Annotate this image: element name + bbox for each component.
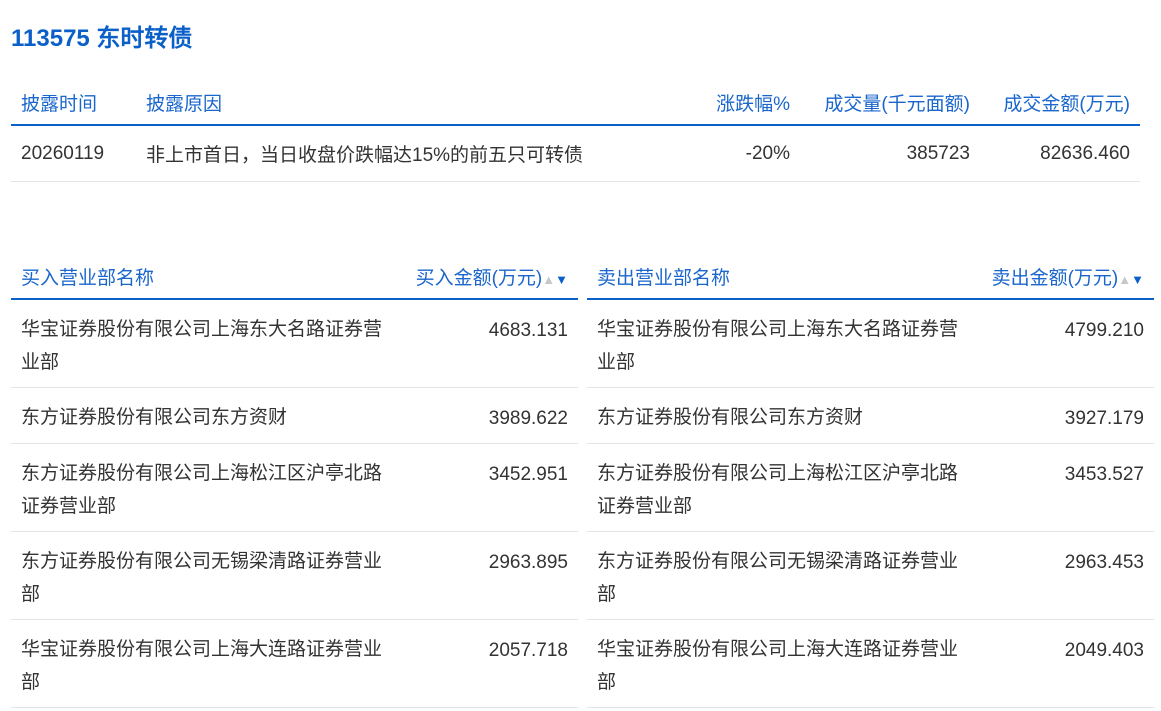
broker-amount: 2049.403 [977, 619, 1154, 708]
broker-amount: 3989.622 [401, 387, 578, 444]
disclosure-table: 披露时间 披露原因 涨跌幅% 成交量(千元面额) 成交金额(万元) 202601… [11, 80, 1140, 182]
broker-amount: 2963.895 [401, 531, 578, 620]
table-row: 华宝证券股份有限公司上海东大名路证券营业部 4799.210 [587, 299, 1154, 388]
broker-amount: 3927.179 [977, 387, 1154, 444]
broker-name: 华宝证券股份有限公司上海大连路证券营业部 [11, 619, 401, 708]
broker-amount: 3452.951 [401, 443, 578, 532]
sort-desc-icon[interactable]: ▼ [1131, 272, 1144, 287]
header-label: 买入金额(万元) [415, 267, 543, 289]
broker-name: 东方证券股份有限公司东方资财 [11, 387, 401, 444]
table-row: 东方证券股份有限公司上海松江区沪亭北路证券营业部 3453.527 [587, 443, 1154, 532]
table-row: 东方证券股份有限公司无锡梁清路证券营业部 2963.895 [11, 531, 578, 620]
broker-name: 东方证券股份有限公司上海松江区沪亭北路证券营业部 [587, 443, 977, 532]
page-title: 113575 东时转债 [11, 25, 193, 52]
buy-table: 买入营业部名称 买入金额(万元)▲▼ 华宝证券股份有限公司上海东大名路证券营业部… [11, 254, 578, 708]
col-date: 披露时间 [11, 80, 136, 126]
col-volume: 成交量(千元面额) [800, 80, 980, 126]
sort-asc-icon[interactable]: ▲ [542, 272, 555, 287]
sort-desc-icon[interactable]: ▼ [555, 272, 568, 287]
broker-name: 华宝证券股份有限公司上海东大名路证券营业部 [11, 299, 401, 388]
broker-name: 华宝证券股份有限公司上海大连路证券营业部 [587, 619, 977, 708]
table-row: 华宝证券股份有限公司上海东大名路证券营业部 4683.131 [11, 299, 578, 388]
broker-amount: 2057.718 [401, 619, 578, 708]
table-row: 东方证券股份有限公司东方资财 3927.179 [587, 387, 1154, 444]
reason: 非上市首日，当日收盘价跌幅达15%的前五只可转债 [136, 125, 670, 182]
table-row: 东方证券股份有限公司东方资财 3989.622 [11, 387, 578, 444]
broker-amount: 4799.210 [977, 299, 1154, 388]
sell-table: 卖出营业部名称 卖出金额(万元)▲▼ 华宝证券股份有限公司上海东大名路证券营业部… [587, 254, 1154, 708]
col-sell-amount[interactable]: 卖出金额(万元)▲▼ [977, 254, 1154, 300]
volume: 385723 [800, 125, 980, 182]
change: -20% [670, 125, 800, 182]
table-row: 东方证券股份有限公司上海松江区沪亭北路证券营业部 3452.951 [11, 443, 578, 532]
broker-name: 东方证券股份有限公司无锡梁清路证券营业部 [11, 531, 401, 620]
broker-name: 华宝证券股份有限公司上海东大名路证券营业部 [587, 299, 977, 388]
table-row: 东方证券股份有限公司无锡梁清路证券营业部 2963.453 [587, 531, 1154, 620]
col-sell-name: 卖出营业部名称 [587, 254, 977, 300]
date: 20260119 [11, 125, 136, 182]
col-reason: 披露原因 [136, 80, 670, 126]
table-row: 华宝证券股份有限公司上海大连路证券营业部 2049.403 [587, 619, 1154, 708]
broker-amount: 4683.131 [401, 299, 578, 388]
broker-amount: 3453.527 [977, 443, 1154, 532]
broker-name: 东方证券股份有限公司上海松江区沪亭北路证券营业部 [11, 443, 401, 532]
table-row: 20260119 非上市首日，当日收盘价跌幅达15%的前五只可转债 -20% 3… [11, 125, 1140, 182]
broker-amount: 2963.453 [977, 531, 1154, 620]
amount: 82636.460 [980, 125, 1140, 182]
col-amount: 成交金额(万元) [980, 80, 1140, 126]
broker-name: 东方证券股份有限公司东方资财 [587, 387, 977, 444]
header-label: 卖出金额(万元) [991, 267, 1119, 289]
table-row: 华宝证券股份有限公司上海大连路证券营业部 2057.718 [11, 619, 578, 708]
col-buy-amount[interactable]: 买入金额(万元)▲▼ [401, 254, 578, 300]
col-buy-name: 买入营业部名称 [11, 254, 401, 300]
broker-name: 东方证券股份有限公司无锡梁清路证券营业部 [587, 531, 977, 620]
sort-asc-icon[interactable]: ▲ [1118, 272, 1131, 287]
col-change: 涨跌幅% [670, 80, 800, 126]
